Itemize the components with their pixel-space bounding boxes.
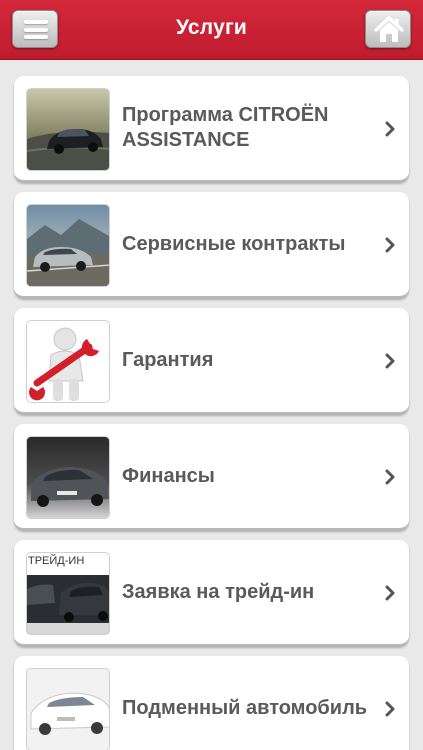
list-item-label: Заявка на трейд-ин	[122, 580, 315, 603]
figure-with-wrench-thumbnail	[26, 320, 110, 403]
chevron-right-icon	[385, 237, 395, 253]
chevron-right-icon	[385, 701, 395, 717]
chevron-right-icon	[385, 585, 395, 601]
home-button[interactable]	[365, 10, 411, 48]
chevron-right-icon	[385, 121, 395, 137]
list-item-finance[interactable]: Финансы	[14, 424, 409, 530]
list-item-service-contracts[interactable]: Сервисные контракты	[14, 192, 409, 298]
dark-gray-car-thumbnail	[26, 436, 110, 519]
services-list: Программа CITROËN ASSISTANCE Сервисные к…	[0, 60, 423, 750]
dark-car-road-thumbnail	[26, 88, 110, 171]
silver-car-mountains-thumbnail	[26, 204, 110, 287]
list-item-label: Финансы	[122, 464, 215, 487]
list-item-label: Подменный автомобиль	[122, 696, 368, 719]
page-title: Услуги	[175, 16, 248, 39]
list-item-label: Сервисные контракты	[122, 232, 346, 255]
chevron-right-icon	[385, 469, 395, 485]
list-item-label: Программа CITROËN ASSISTANCE	[122, 104, 329, 151]
list-item-warranty[interactable]: Гарантия	[14, 308, 409, 414]
list-item-trade-in[interactable]: ТРЕЙД-ИН Заявка на трейд-ин	[14, 540, 409, 646]
home-icon	[374, 16, 404, 42]
list-item-label: Гарантия	[122, 348, 214, 371]
app-header: Услуги	[0, 0, 423, 60]
list-item-replacement-car[interactable]: Подменный автомобиль	[14, 656, 409, 750]
chevron-right-icon	[385, 353, 395, 369]
list-item-citroen-assistance[interactable]: Программа CITROËN ASSISTANCE	[14, 76, 409, 182]
trade-in-thumbnail-caption: ТРЕЙД-ИН	[28, 555, 85, 567]
white-car-studio-thumbnail	[26, 668, 110, 750]
